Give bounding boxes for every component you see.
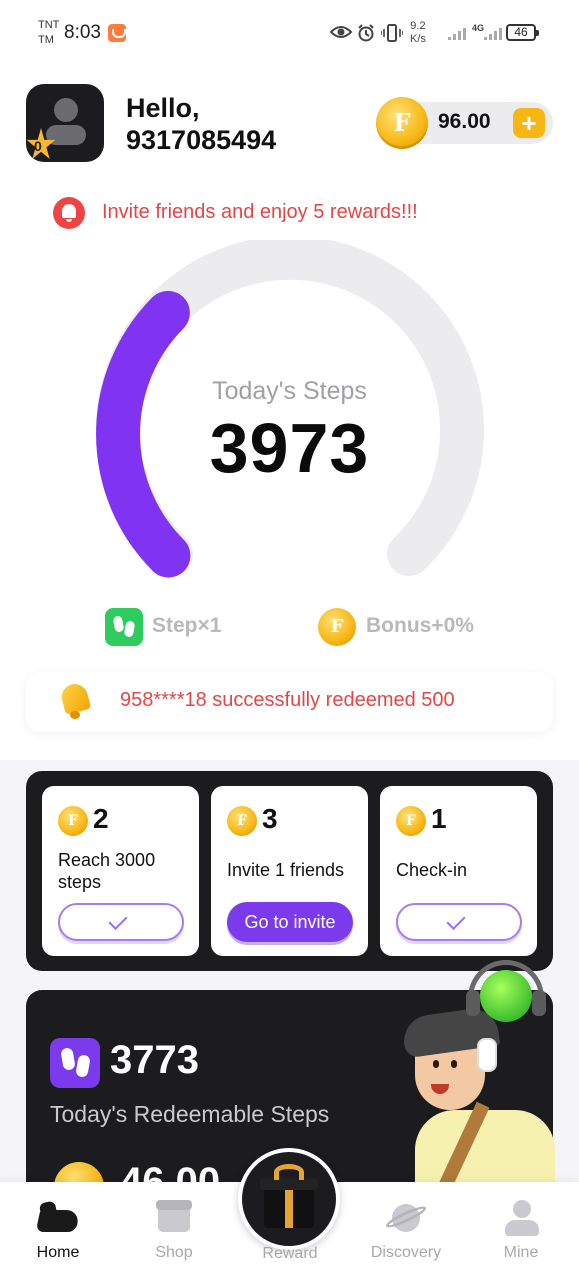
bell-icon	[53, 197, 85, 229]
status-bar: TNT TM 8:03 9.2 K/s 4G 46	[0, 0, 579, 60]
task-reward: 3	[262, 803, 278, 834]
steps-label: Today's Steps	[212, 377, 367, 405]
nav-shop[interactable]: Shop	[116, 1182, 232, 1280]
redeem-ticker: 958****18 successfully redeemed 500	[26, 672, 553, 732]
task-complete-button[interactable]	[58, 903, 184, 941]
status-icons: 9.2 K/s 4G 46	[330, 20, 545, 48]
carrier-label: TNT TM	[38, 19, 60, 46]
nav-home[interactable]: Home	[0, 1182, 116, 1280]
go-to-invite-button[interactable]: Go to invite	[227, 902, 353, 942]
step-multiplier: Step×1	[152, 614, 222, 637]
customer-support-icon[interactable]	[466, 960, 546, 1024]
avatar-head	[54, 98, 78, 122]
shop-icon	[154, 1198, 194, 1238]
greeting-hello: Hello,	[126, 93, 200, 123]
ticker-text: 958****18 successfully redeemed 500	[120, 689, 455, 711]
signal-strength-icon-2	[484, 26, 502, 40]
vibrate-icon	[381, 24, 403, 42]
task-card-invite: F 3 Invite 1 friends Go to invite	[211, 786, 368, 956]
invite-banner[interactable]: Invite friends and enjoy 5 rewards!!!	[102, 201, 418, 224]
task-title: Check-in	[396, 860, 468, 880]
signal-strength-icon	[448, 26, 466, 40]
shoe-icon	[35, 1198, 81, 1238]
nav-discovery[interactable]: Discovery	[348, 1182, 464, 1280]
level-badge: 0	[34, 138, 42, 154]
coin-balance: 96.00	[438, 110, 491, 133]
task-title: Invite 1 friends	[227, 860, 345, 880]
eye-icon	[330, 26, 352, 38]
battery-icon: 46	[506, 24, 539, 41]
redeemable-steps: 3773	[110, 1038, 199, 1082]
alarm-icon	[358, 24, 374, 42]
nav-reward[interactable]	[238, 1148, 340, 1250]
planet-icon	[383, 1198, 429, 1238]
task-reward: 1	[431, 803, 447, 834]
bonus-percentage: Bonus+0%	[366, 614, 474, 637]
redeemable-label: Today's Redeemable Steps	[50, 1101, 330, 1127]
network-speed: 9.2 K/s	[410, 20, 426, 45]
person-icon	[501, 1198, 541, 1238]
nav-label: Mine	[503, 1244, 539, 1261]
nav-label: Home	[36, 1244, 80, 1261]
greeting: Hello, 9317085494	[126, 92, 276, 156]
task-reward: 2	[93, 803, 109, 834]
task-card-steps: F 2 Reach 3000 steps	[42, 786, 199, 956]
steps-value: 3973	[209, 409, 370, 487]
nav-mine[interactable]: Mine	[463, 1182, 579, 1280]
network-type-label: 4G	[472, 23, 485, 33]
bonus-coin-icon: F	[318, 608, 356, 646]
nav-reward-label: Reward	[262, 1245, 318, 1262]
gift-icon	[264, 1186, 314, 1228]
footprints-icon	[105, 608, 143, 646]
nav-label: Shop	[155, 1244, 193, 1261]
coin-icon: F	[58, 806, 88, 836]
add-coins-button[interactable]: +	[513, 108, 545, 138]
coin-icon: F	[227, 806, 257, 836]
coin-icon: F	[376, 97, 428, 149]
app-notification-icon	[108, 24, 126, 42]
status-time: 8:03	[64, 22, 101, 43]
task-card-checkin: F 1 Check-in	[380, 786, 537, 956]
coin-icon: F	[396, 806, 426, 836]
nav-label: Discovery	[370, 1244, 442, 1261]
user-id: 9317085494	[126, 125, 277, 155]
footprints-icon	[50, 1038, 100, 1088]
task-title: Reach 3000 steps	[58, 850, 156, 892]
task-complete-button[interactable]	[396, 903, 522, 941]
gold-bell-icon	[56, 681, 94, 720]
